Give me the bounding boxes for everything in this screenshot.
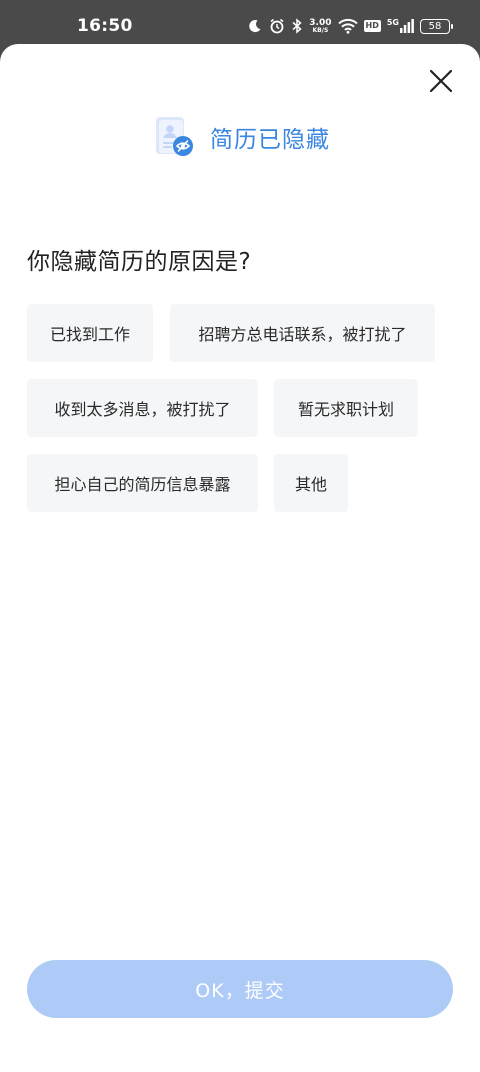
question-title: 你隐藏简历的原因是? (27, 249, 252, 275)
reason-chip-too-many-messages[interactable]: 收到太多消息，被打扰了 (27, 379, 258, 437)
battery-level: 58 (428, 20, 442, 32)
reason-chip-other[interactable]: 其他 (274, 454, 348, 512)
reason-chip-recruiter-calls[interactable]: 招聘方总电话联系，被打扰了 (170, 304, 435, 362)
reason-chip-no-plan[interactable]: 暂无求职计划 (274, 379, 418, 437)
wifi-icon (337, 18, 358, 34)
battery-icon: 58 (420, 18, 453, 34)
network-speed: 3.00 KB/S (309, 17, 332, 34)
hide-resume-sheet: 简历已隐藏 你隐藏简历的原因是? 已找到工作 招聘方总电话联系，被打扰了 收到太… (0, 44, 480, 1072)
reason-chip-privacy[interactable]: 担心自己的简历信息暴露 (27, 454, 258, 512)
reason-chip-found-job[interactable]: 已找到工作 (27, 304, 153, 362)
hd-badge: HD (363, 20, 381, 32)
resume-hidden-icon (156, 117, 193, 156)
status-icons: 3.00 KB/S HD 5G 58 (247, 16, 453, 36)
status-time: 16:50 (77, 16, 133, 36)
alarm-icon (270, 18, 284, 34)
sheet-header: 简历已隐藏 (0, 114, 480, 160)
signal-icon: 5G (387, 19, 414, 33)
moon-icon (249, 20, 261, 33)
network-speed-unit: KB/S (312, 26, 329, 34)
header-title: 简历已隐藏 (210, 127, 330, 153)
bluetooth-icon (292, 18, 302, 34)
network-speed-value: 3.00 (309, 17, 332, 28)
submit-button[interactable]: OK，提交 (27, 960, 453, 1018)
network-type: 5G (386, 18, 399, 27)
signal-bars-icon (400, 19, 414, 33)
close-icon (429, 69, 453, 93)
close-button[interactable] (426, 66, 456, 96)
status-bar: 16:50 3.00 KB/S HD 5G 58 (0, 0, 480, 44)
